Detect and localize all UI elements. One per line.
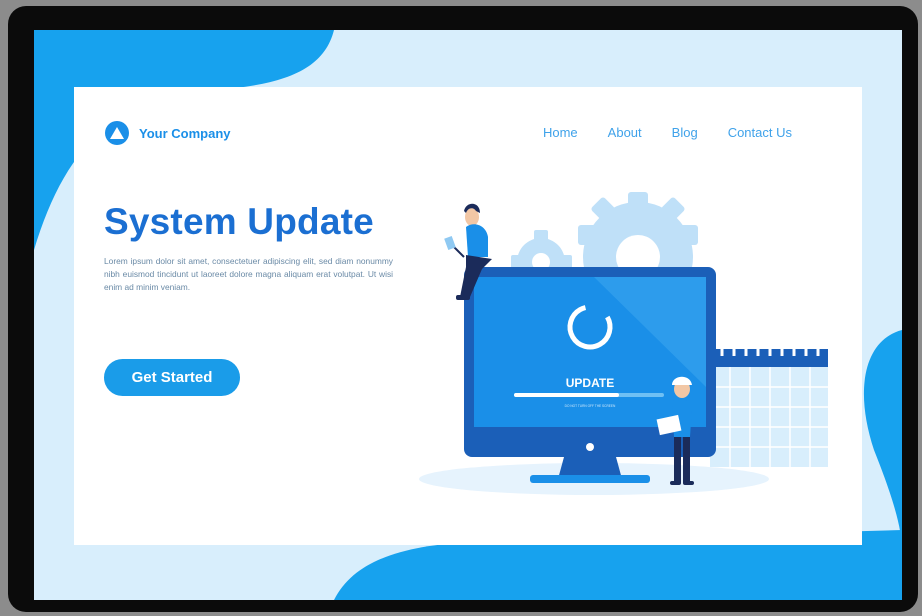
update-progress-fill — [514, 393, 619, 397]
hero-card: Your Company Home About Blog Contact Us … — [74, 87, 862, 545]
device-frame: Your Company Home About Blog Contact Us … — [0, 0, 922, 616]
right-blob — [863, 330, 902, 550]
screen-sublabel: DO NOT TURN OFF THE SCREEN — [565, 404, 616, 408]
screen-update-label: UPDATE — [566, 376, 614, 390]
system-update-illustration: UPDATE DO NOT TURN OFF THE SCREEN — [419, 192, 828, 495]
calendar-icon — [710, 346, 828, 467]
landing-page: Your Company Home About Blog Contact Us … — [34, 30, 902, 600]
